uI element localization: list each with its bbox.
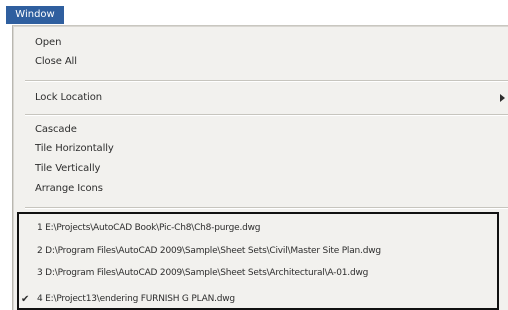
- window-menu-dropdown: Open Close All Lock Location Cascade Til…: [12, 25, 508, 310]
- recent-file-item[interactable]: 2 D:\Program Files\AutoCAD 2009\Sample\S…: [37, 246, 381, 256]
- menu-item-lock-location[interactable]: Lock Location: [35, 92, 102, 103]
- menu-item-tile-vertically[interactable]: Tile Vertically: [35, 163, 100, 174]
- menu-item-arrange-icons[interactable]: Arrange Icons: [35, 183, 103, 194]
- menu-item-close-all[interactable]: Close All: [35, 56, 77, 67]
- menu-separator: [25, 80, 508, 82]
- menu-separator: [25, 207, 508, 209]
- recent-file-item[interactable]: 1 E:\Projects\AutoCAD Book\Pic-Ch8\Ch8-p…: [37, 223, 261, 233]
- menu-separator: [25, 114, 508, 116]
- menu-item-tile-horizontally[interactable]: Tile Horizontally: [35, 143, 114, 154]
- window-menu-title[interactable]: Window: [6, 6, 64, 24]
- menu-item-cascade[interactable]: Cascade: [35, 124, 77, 135]
- submenu-arrow-icon: [500, 94, 505, 102]
- checkmark-icon: ✔: [21, 294, 30, 305]
- recent-file-item-active[interactable]: 4 E:\Project13\endering FURNISH G PLAN.d…: [37, 294, 235, 304]
- menu-item-open[interactable]: Open: [35, 37, 61, 48]
- recent-file-item[interactable]: 3 D:\Program Files\AutoCAD 2009\Sample\S…: [37, 268, 368, 278]
